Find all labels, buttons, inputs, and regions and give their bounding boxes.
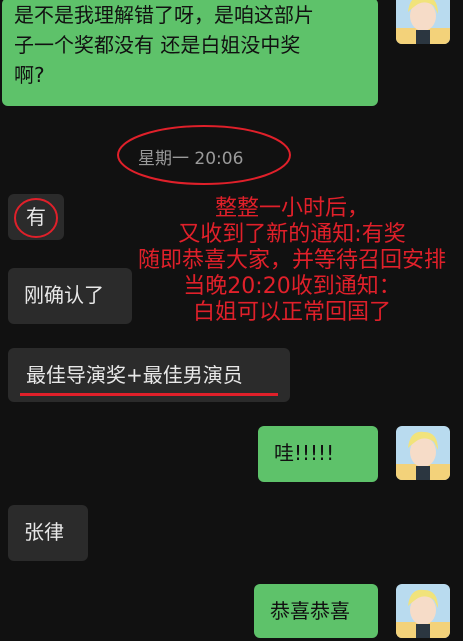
message-text-line: 是不是我理解错了呀，是咱这部片: [14, 3, 314, 27]
message-text: 恭喜恭喜: [270, 599, 350, 623]
user-avatar-icon[interactable]: [396, 426, 450, 480]
message-bubble-sent[interactable]: 恭喜恭喜: [254, 584, 378, 638]
annotation-line: 整整一小时后，: [214, 196, 369, 221]
annotation-text: 整整一小时后， 又收到了新的通知:有奖 随即恭喜大家，并等待召回安排 当晚20:…: [122, 196, 462, 326]
user-avatar-icon[interactable]: [396, 0, 450, 44]
message-bubble-sent[interactable]: 是不是我理解错了呀，是咱这部片 子一个奖都没有 还是白姐没中奖 啊?: [2, 0, 378, 106]
message-text-line: 啊?: [14, 63, 45, 87]
annotation-line: 随即恭喜大家，并等待召回安排: [137, 248, 446, 273]
award-underline: [20, 393, 278, 396]
message-text: 刚确认了: [24, 283, 104, 307]
timestamp-highlight-circle: [117, 125, 291, 185]
annotation-line: 又收到了新的通知:有奖: [178, 222, 406, 247]
message-text-line: 子一个奖都没有 还是白姐没中奖: [14, 33, 301, 57]
message-text: 哇!!!!!: [274, 441, 335, 465]
user-avatar-icon[interactable]: [396, 584, 450, 638]
reply-highlight-circle: [14, 198, 58, 238]
annotation-line: 白姐可以正常回国了: [192, 300, 391, 325]
message-text: 张律: [24, 520, 64, 544]
message-text: 最佳导演奖+最佳男演员: [26, 363, 243, 387]
message-bubble-sent[interactable]: 哇!!!!!: [258, 426, 378, 482]
message-bubble-received[interactable]: 刚确认了: [8, 268, 132, 324]
annotation-line: 当晚20:20收到通知：: [183, 274, 401, 299]
message-bubble-received[interactable]: 张律: [8, 505, 88, 561]
